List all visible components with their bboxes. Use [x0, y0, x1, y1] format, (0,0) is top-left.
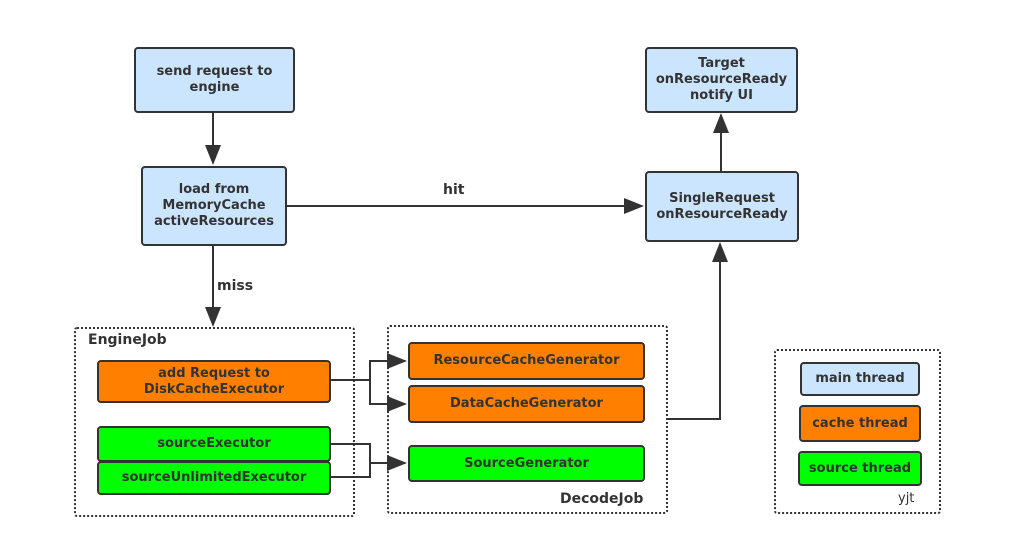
source-unlimited-executor-node: sourceUnlimitedExecutor	[97, 461, 331, 495]
edge-disk-to-data	[369, 380, 407, 412]
load-memory-node: load from MemoryCache activeResources	[141, 166, 287, 246]
edge-disk-to-resource	[330, 353, 407, 381]
author-label: yjt	[898, 491, 915, 506]
resource-cache-generator-node: ResourceCacheGenerator	[408, 342, 645, 380]
single-request-node: SingleRequest onResourceReady	[645, 171, 799, 242]
data-cache-generator-node: DataCacheGenerator	[408, 385, 645, 423]
source-generator-node: SourceGenerator	[408, 445, 645, 482]
legend-source-thread: source thread	[798, 451, 922, 486]
edge-source-executors	[330, 443, 371, 478]
legend-main-thread: main thread	[800, 362, 920, 396]
legend-cache-thread: cache thread	[799, 405, 921, 442]
edge-decode-to-single	[667, 242, 728, 420]
add-request-node: add Request to DiskCacheExecutor	[97, 360, 331, 403]
miss-label: miss	[217, 278, 254, 294]
send-request-node: send request to engine	[134, 47, 295, 113]
target-node: Target onResourceReady notify UI	[645, 47, 798, 113]
hit-label: hit	[443, 182, 465, 198]
source-executor-node: sourceExecutor	[97, 426, 331, 462]
